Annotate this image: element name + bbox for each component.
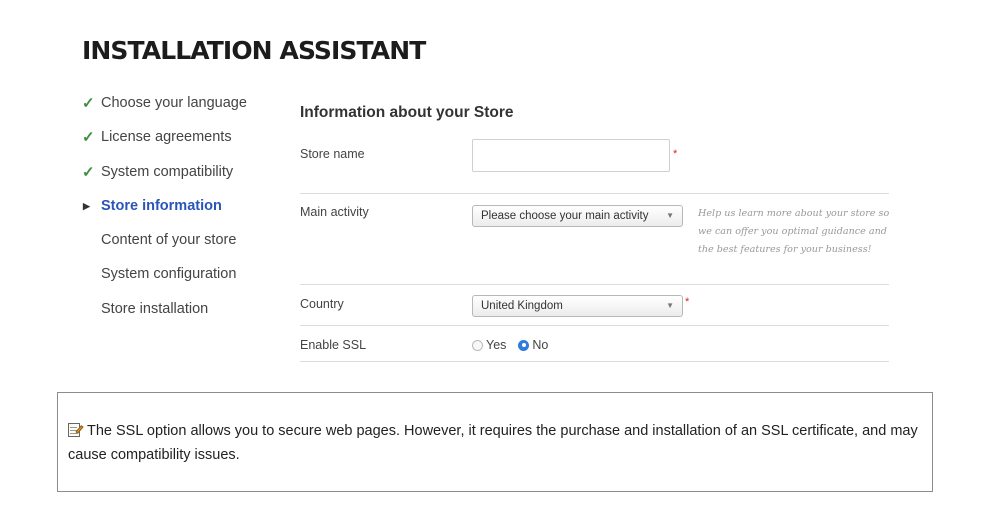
note-text: The SSL option allows you to secure web …: [68, 423, 918, 463]
main-activity-row: Main activity Please choose your main ac…: [300, 194, 889, 285]
required-marker: *: [685, 296, 690, 308]
step-label: Store installation: [101, 300, 209, 317]
step-store-information: ▶ Store information: [82, 195, 272, 229]
checkmark-icon: ✓: [82, 129, 95, 147]
step-store-installation: Store installation: [82, 298, 272, 332]
main-activity-help-text: Help us learn more about your store so w…: [698, 208, 890, 255]
ssl-radio-group: Yes No: [472, 338, 560, 352]
step-system-compatibility: ✓ System compatibility: [82, 161, 272, 195]
country-value: United Kingdom: [481, 300, 563, 312]
step-label: System configuration: [101, 266, 237, 283]
step-choose-language: ✓ Choose your language: [82, 92, 272, 126]
step-system-configuration: System configuration: [82, 263, 272, 297]
installation-steps: ✓ Choose your language ✓ License agreeme…: [82, 92, 272, 332]
enable-ssl-label: Enable SSL: [300, 338, 367, 352]
store-information-form: Information about your Store Store name …: [300, 104, 889, 362]
current-step-arrow-icon: ▶: [83, 200, 90, 211]
step-label: Store information: [101, 197, 222, 214]
step-label: License agreements: [101, 129, 232, 146]
memo-icon: [68, 422, 84, 437]
dropdown-arrow-icon: ▼: [666, 211, 674, 220]
store-name-row: Store name *: [300, 139, 889, 194]
ssl-yes-label[interactable]: Yes: [486, 338, 506, 352]
required-marker: *: [673, 148, 678, 160]
store-name-input[interactable]: [472, 139, 670, 172]
step-label: Content of your store: [101, 232, 237, 249]
step-license-agreements: ✓ License agreements: [82, 126, 272, 160]
country-row: Country United Kingdom ▼ *: [300, 285, 889, 326]
store-name-label: Store name: [300, 147, 365, 161]
page-title: INSTALLATION ASSISTANT: [82, 36, 426, 65]
dropdown-arrow-icon: ▼: [666, 301, 674, 310]
main-activity-select[interactable]: Please choose your main activity ▼: [472, 205, 683, 227]
country-label: Country: [300, 297, 344, 311]
ssl-no-label[interactable]: No: [532, 338, 548, 352]
country-select[interactable]: United Kingdom ▼: [472, 295, 683, 317]
enable-ssl-row: Enable SSL Yes No: [300, 326, 889, 362]
ssl-yes-radio[interactable]: [472, 339, 483, 351]
form-title: Information about your Store: [300, 104, 514, 121]
note-text-block: The SSL option allows you to secure web …: [68, 419, 922, 467]
main-activity-value: Please choose your main activity: [481, 210, 649, 222]
step-label: Choose your language: [101, 95, 247, 111]
main-activity-label: Main activity: [300, 205, 369, 219]
step-label: System compatibility: [101, 163, 234, 180]
step-content-of-store: Content of your store: [82, 229, 272, 263]
checkmark-icon: ✓: [82, 95, 95, 112]
ssl-note-box: The SSL option allows you to secure web …: [57, 392, 933, 492]
checkmark-icon: ✓: [82, 163, 95, 181]
ssl-no-radio[interactable]: [518, 339, 530, 351]
